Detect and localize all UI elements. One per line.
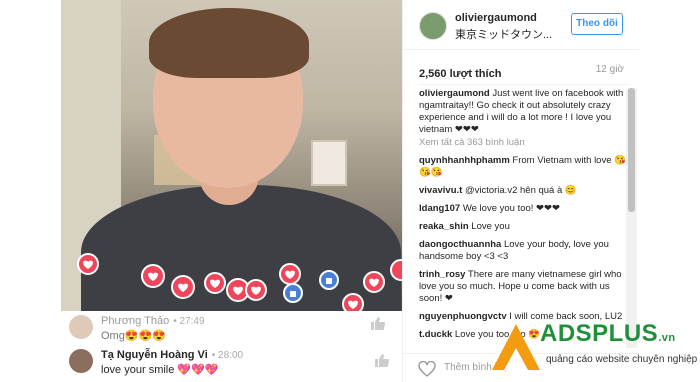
live-comment-author[interactable]: Phương Thảo <box>101 315 169 327</box>
comment-author[interactable]: trinh_rosy <box>419 269 465 280</box>
divider <box>419 84 629 85</box>
live-comment-item: Tạ Nguyễn Hoàng Vi • 28:00 love your smil… <box>69 349 243 376</box>
comment-author[interactable]: ldang107 <box>419 203 460 214</box>
post-author[interactable]: oliviergaumond <box>455 12 537 24</box>
likes-row: 2,560 lượt thích 12 giờ <box>419 64 624 82</box>
person-body <box>81 185 401 311</box>
live-comment-time: 27:49 <box>179 316 205 327</box>
brand-logo-icon <box>492 324 540 370</box>
comment-item: reaka_shin Love you <box>419 221 629 233</box>
view-all-comments-link[interactable]: Xem tất cả 363 bình luận <box>419 137 629 149</box>
comment-item: quynhhanhhphamm From Vietnam with love 😘… <box>419 155 629 179</box>
comment-item: ldang107 We love you too! ❤❤❤ <box>419 203 629 215</box>
comment-list: oliviergaumond Just went live on faceboo… <box>419 88 629 347</box>
brand-tagline: quảng cáo website chuyên nghiệp <box>546 354 698 365</box>
post-time: 12 giờ <box>595 64 624 75</box>
post-location[interactable]: 東京ミッドタウン... <box>455 26 552 42</box>
comment-author[interactable]: t.duckk <box>419 329 452 340</box>
scrollbar-thumb[interactable] <box>628 88 635 212</box>
comment-text: Love you <box>468 221 510 232</box>
comment-author[interactable]: quynhhanhhphamm <box>419 155 510 166</box>
brand-tld: .vn <box>658 332 676 344</box>
brand-name: ADSPLUS <box>540 320 659 347</box>
comment-author[interactable]: daongocthuannha <box>419 239 501 250</box>
live-comment-text: Omg😍😍😍 <box>101 330 166 342</box>
follow-button[interactable]: Theo dõi <box>571 13 623 35</box>
live-comment-feed: Phương Thảo • 27:49 Omg😍😍😍 Tạ Nguyễn Hoàn… <box>61 311 402 382</box>
person-hair <box>149 8 309 78</box>
comment-author[interactable]: reaka_shin <box>419 221 469 232</box>
comment-text: We love you too! ❤❤❤ <box>460 203 560 214</box>
live-comment-text: love your smile 💖💖💖 <box>101 364 219 376</box>
wall-frame <box>311 140 347 186</box>
comment-author[interactable]: vivavivu.t <box>419 185 462 196</box>
live-comment-author[interactable]: Tạ Nguyễn Hoàng Vi <box>101 349 208 361</box>
like-heart-icon[interactable] <box>418 361 436 377</box>
post-header: oliviergaumond 東京ミッドタウン... Theo dõi <box>403 0 639 50</box>
comment-item: vivavivu.t @victoria.v2 hên quá à 😊 <box>419 185 629 197</box>
brand-watermark: ADSPLUS.vn quảng cáo website chuyên nghi… <box>490 312 700 382</box>
live-video[interactable] <box>61 0 402 311</box>
avatar[interactable] <box>69 315 93 339</box>
likes-count[interactable]: 2,560 lượt thích <box>419 68 501 80</box>
comment-author[interactable]: oliviergaumond <box>419 88 490 99</box>
live-comment-item: Phương Thảo • 27:49 Omg😍😍😍 <box>69 315 205 342</box>
comment-item: daongocthuannha Love your body, love you… <box>419 239 629 263</box>
comment-item: trinh_rosy There are many vietnamese gir… <box>419 269 629 305</box>
live-comment-time: 28:00 <box>218 350 244 361</box>
caption: oliviergaumond Just went live on faceboo… <box>419 88 629 136</box>
thumbs-up-icon[interactable] <box>374 353 390 367</box>
comment-text: @victoria.v2 hên quá à 😊 <box>462 185 577 196</box>
avatar[interactable] <box>419 12 447 40</box>
thumbs-up-icon[interactable] <box>370 316 386 330</box>
avatar[interactable] <box>69 349 93 373</box>
